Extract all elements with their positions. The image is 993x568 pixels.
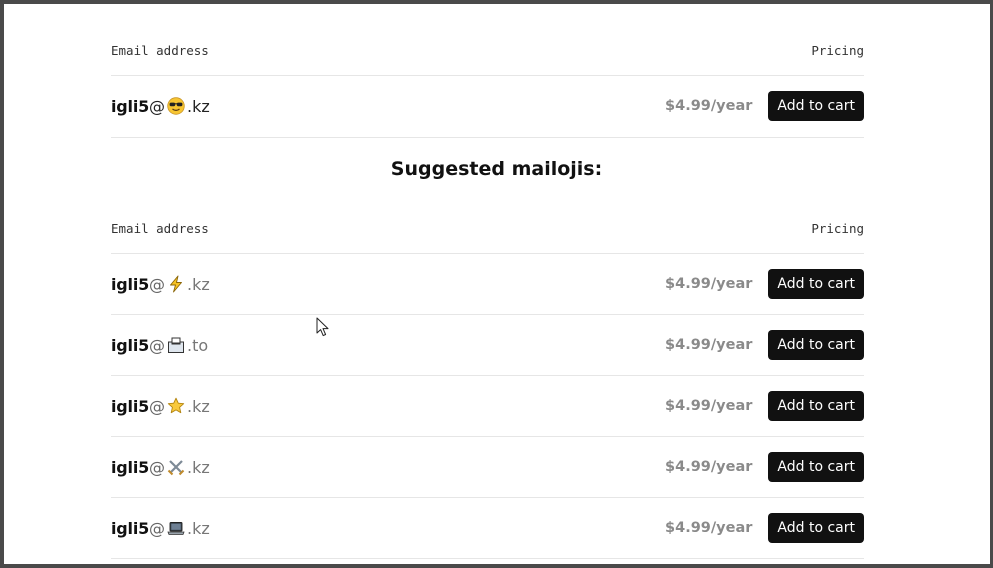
username: igli5 bbox=[111, 457, 150, 477]
pricing-column-header: Pricing bbox=[811, 42, 864, 58]
current-address-row: igli5 @ .kz $4.99/year Add to cart bbox=[111, 76, 864, 136]
email-address: igli5 @ .kz bbox=[111, 396, 210, 416]
divider bbox=[111, 137, 864, 138]
username: igli5 bbox=[111, 396, 150, 416]
suggestion-row: igli5 @ .to $4.99/year Add to cart bbox=[111, 315, 864, 375]
domain-tld: .kz bbox=[187, 518, 210, 538]
at-sign: @ bbox=[149, 335, 166, 355]
ballot-box-icon bbox=[166, 335, 186, 355]
suggestion-row: igli5 @ .kz $4.99/year Add to cart bbox=[111, 376, 864, 436]
add-to-cart-button[interactable]: Add to cart bbox=[768, 330, 864, 360]
suggestion-row: igli5 @ .kz $4.99/year Add to cart bbox=[111, 254, 864, 314]
email-address: igli5 @ .to bbox=[111, 335, 208, 355]
star-icon bbox=[166, 396, 186, 416]
suggestion-row: igli5 @ .kz $4.99/year Add to cart bbox=[111, 437, 864, 497]
domain-tld: .kz bbox=[187, 396, 210, 416]
email-address: igli5 @ .kz bbox=[111, 96, 210, 116]
suggested-table-header: Email address Pricing bbox=[111, 218, 864, 238]
domain-tld: .kz bbox=[187, 274, 210, 294]
table-header: Email address Pricing bbox=[111, 40, 864, 60]
lightning-bolt-icon bbox=[166, 274, 186, 294]
price: $4.99/year bbox=[665, 459, 753, 475]
pricing-column-header: Pricing bbox=[811, 220, 864, 236]
price: $4.99/year bbox=[665, 98, 753, 114]
suggestion-row: igli5 @ .kz $4.99/year Add to cart bbox=[111, 498, 864, 558]
divider bbox=[111, 558, 864, 559]
domain-tld: .kz bbox=[187, 96, 210, 116]
username: igli5 bbox=[111, 518, 150, 538]
add-to-cart-button[interactable]: Add to cart bbox=[768, 91, 864, 121]
at-sign: @ bbox=[149, 96, 166, 116]
add-to-cart-button[interactable]: Add to cart bbox=[768, 513, 864, 543]
email-column-header: Email address bbox=[111, 42, 209, 58]
laptop-icon bbox=[166, 518, 186, 538]
email-address: igli5 @ .kz bbox=[111, 457, 210, 477]
domain-tld: .to bbox=[187, 335, 209, 355]
add-to-cart-button[interactable]: Add to cart bbox=[768, 452, 864, 482]
at-sign: @ bbox=[149, 274, 166, 294]
at-sign: @ bbox=[149, 457, 166, 477]
email-address: igli5 @ .kz bbox=[111, 518, 210, 538]
at-sign: @ bbox=[149, 396, 166, 416]
suggested-title: Suggested mailojis: bbox=[390, 158, 603, 180]
email-address: igli5 @ .kz bbox=[111, 274, 210, 294]
add-to-cart-button[interactable]: Add to cart bbox=[768, 391, 864, 421]
price: $4.99/year bbox=[665, 276, 753, 292]
email-column-header: Email address bbox=[111, 220, 209, 236]
at-sign: @ bbox=[149, 518, 166, 538]
username: igli5 bbox=[111, 335, 150, 355]
username: igli5 bbox=[111, 274, 150, 294]
username: igli5 bbox=[111, 96, 150, 116]
domain-tld: .kz bbox=[187, 457, 210, 477]
price: $4.99/year bbox=[665, 337, 753, 353]
crossed-swords-icon bbox=[166, 457, 186, 477]
add-to-cart-button[interactable]: Add to cart bbox=[768, 269, 864, 299]
price: $4.99/year bbox=[665, 520, 753, 536]
sunglasses-face-icon bbox=[166, 96, 186, 116]
mouse-cursor-icon bbox=[316, 317, 330, 341]
price: $4.99/year bbox=[665, 398, 753, 414]
